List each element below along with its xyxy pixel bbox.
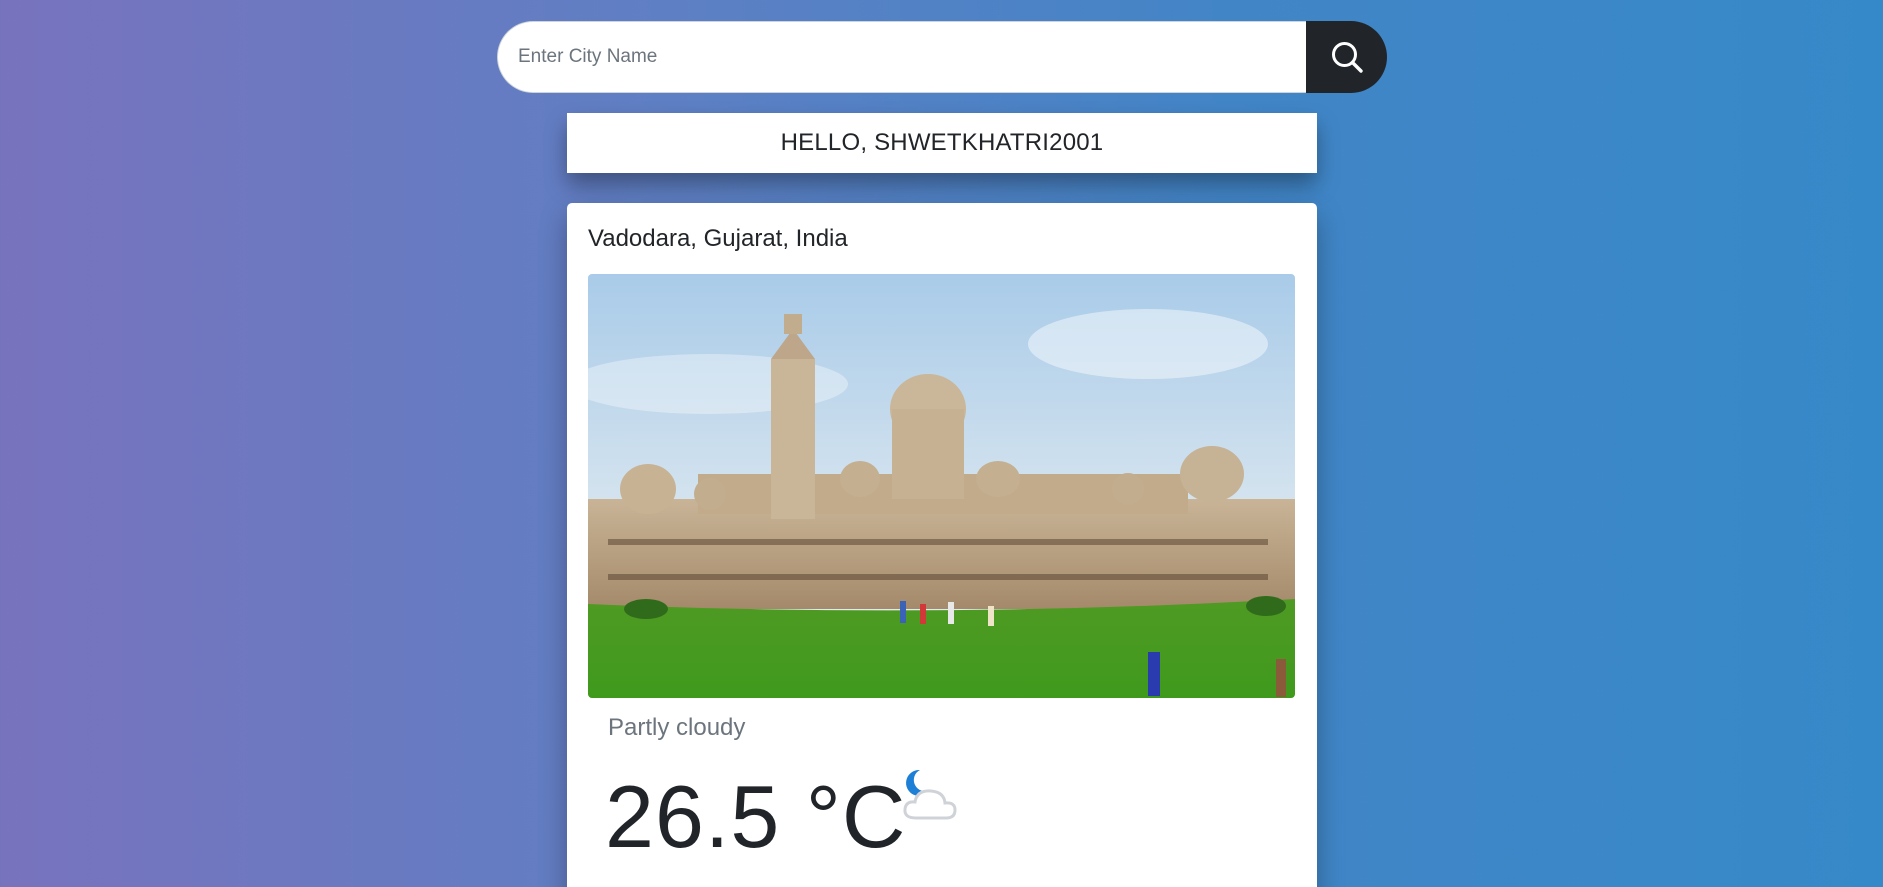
search-icon — [1331, 42, 1363, 73]
location-title: Vadodara, Gujarat, India — [588, 225, 848, 252]
weather-condition: Partly cloudy — [608, 714, 746, 741]
weather-card: Vadodara, Gujarat, India Partly cloudy 2… — [567, 203, 1317, 887]
greeting-card: HELLO, SHWETKHATRI2001 — [567, 113, 1317, 173]
search-button[interactable] — [1306, 21, 1387, 93]
search-bar — [497, 21, 1387, 93]
partly-cloudy-night-icon — [903, 769, 957, 820]
temperature-value: 26.5 °C — [605, 767, 907, 866]
city-landmark-photo — [588, 274, 1295, 698]
city-search-input[interactable] — [497, 21, 1306, 93]
greeting-text: HELLO, SHWETKHATRI2001 — [780, 129, 1104, 156]
